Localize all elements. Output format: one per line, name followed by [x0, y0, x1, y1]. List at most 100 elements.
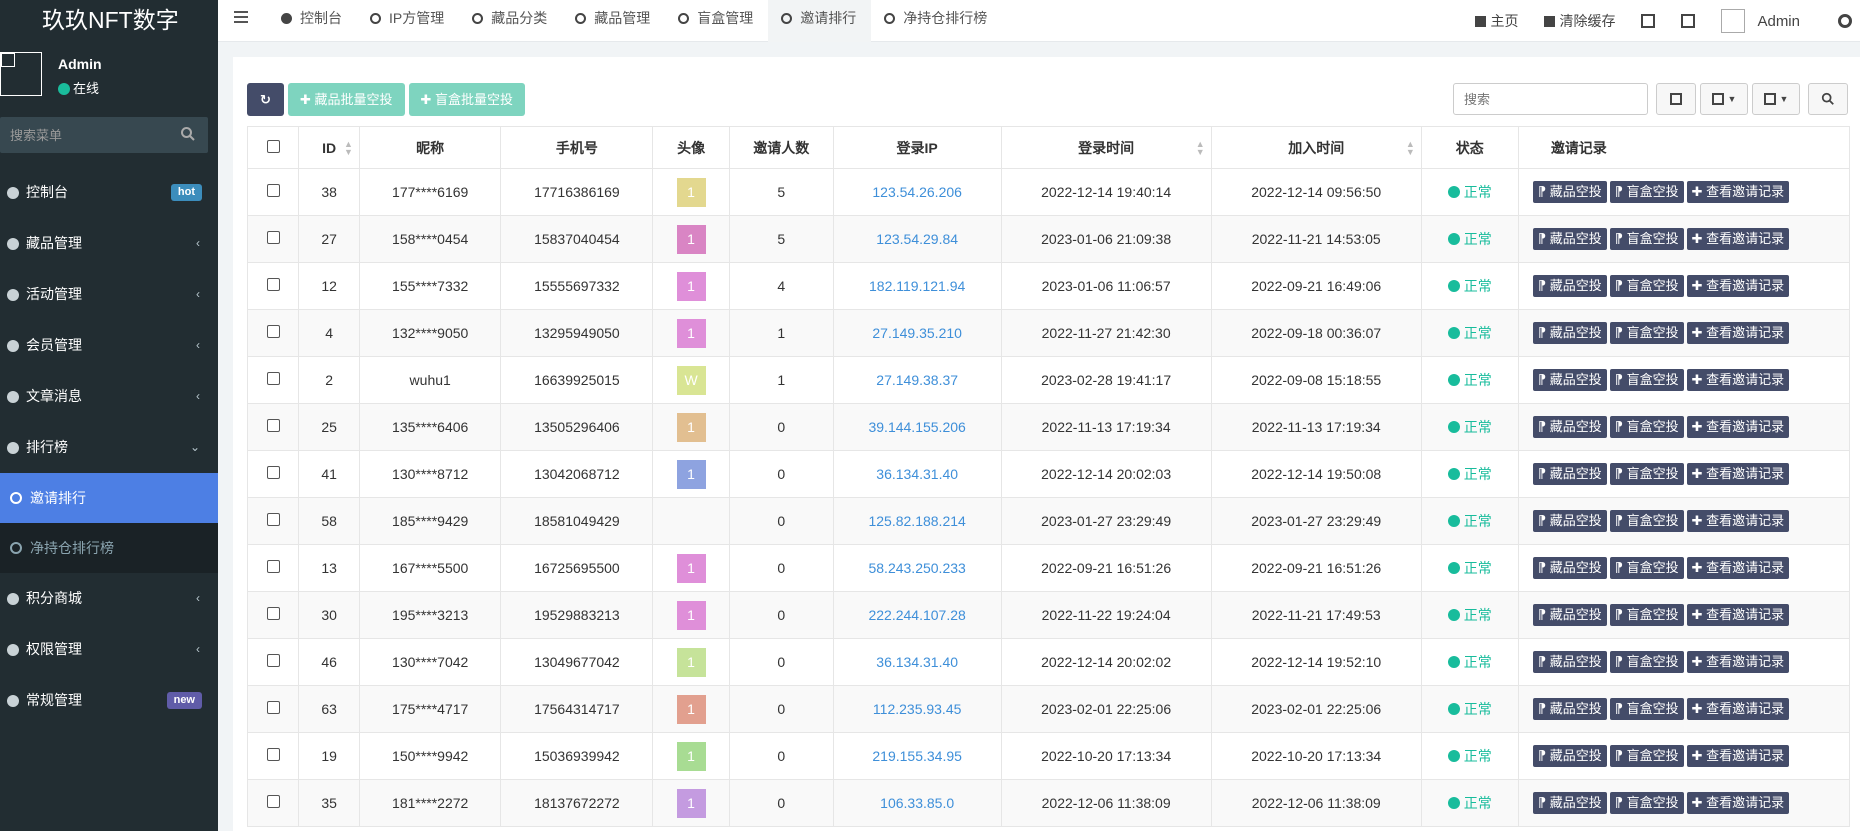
airdrop-item-button[interactable]: ⁋ 藏品空投 — [1532, 275, 1607, 297]
sidebar-item-1[interactable]: 藏品管理 ‹ — [0, 218, 218, 269]
table-search-input[interactable] — [1453, 83, 1648, 115]
row-checkbox[interactable] — [266, 795, 280, 808]
view-invite-records-button[interactable]: ✚ 查看邀请记录 — [1686, 463, 1790, 485]
avatar[interactable]: W — [676, 365, 706, 395]
airdrop-item-button[interactable]: ⁋ 藏品空投 — [1532, 651, 1607, 673]
search-icon[interactable] — [180, 126, 196, 142]
airdrop-box-button[interactable]: ⁋ 盲盒空投 — [1609, 792, 1684, 814]
row-checkbox[interactable] — [266, 560, 280, 573]
batch-airdrop-box-button[interactable]: ✚ 盲盒批量空投 — [408, 83, 526, 116]
tab-6[interactable]: 净持仓排行榜 — [871, 0, 1002, 42]
ip-link[interactable]: 219.155.34.95 — [872, 748, 962, 764]
view-invite-records-button[interactable]: ✚ 查看邀请记录 — [1686, 557, 1790, 579]
ip-link[interactable]: 182.119.121.94 — [869, 278, 965, 294]
airdrop-item-button[interactable]: ⁋ 藏品空投 — [1532, 510, 1607, 532]
tab-4[interactable]: 盲盒管理 — [665, 0, 768, 42]
airdrop-box-button[interactable]: ⁋ 盲盒空投 — [1609, 463, 1684, 485]
app-logo[interactable]: 玖玖NFT数字 — [0, 0, 218, 42]
tab-5[interactable]: 邀请排行 — [768, 0, 872, 42]
view-invite-records-button[interactable]: ✚ 查看邀请记录 — [1686, 369, 1790, 391]
batch-airdrop-item-button[interactable]: ✚ 藏品批量空投 — [288, 83, 405, 116]
sidebar-item-0[interactable]: 积分商城 ‹ — [0, 573, 218, 624]
avatar[interactable]: 1 — [676, 177, 706, 207]
avatar[interactable]: 1 — [676, 318, 706, 348]
airdrop-item-button[interactable]: ⁋ 藏品空投 — [1532, 557, 1607, 579]
tab-0[interactable]: 控制台 — [268, 0, 357, 42]
sidebar-item-2[interactable]: 常规管理 new — [0, 675, 218, 726]
airdrop-item-button[interactable]: ⁋ 藏品空投 — [1532, 745, 1607, 767]
avatar[interactable]: 1 — [676, 553, 706, 583]
select-all-checkbox[interactable] — [266, 139, 280, 153]
view-invite-records-button[interactable]: ✚ 查看邀请记录 — [1686, 416, 1790, 438]
sidebar-item-2[interactable]: 活动管理 ‹ — [0, 269, 218, 320]
row-checkbox[interactable] — [266, 184, 280, 197]
view-invite-records-button[interactable]: ✚ 查看邀请记录 — [1686, 698, 1790, 720]
gear-icon[interactable] — [1838, 14, 1852, 28]
row-checkbox[interactable] — [266, 325, 280, 338]
view-invite-records-button[interactable]: ✚ 查看邀请记录 — [1686, 322, 1790, 344]
airdrop-box-button[interactable]: ⁋ 盲盒空投 — [1609, 181, 1684, 203]
refresh-button[interactable]: ↻ — [247, 83, 284, 116]
fullscreen-icon[interactable] — [1681, 14, 1696, 28]
row-checkbox[interactable] — [266, 278, 280, 291]
toggle-view-button[interactable] — [1656, 83, 1696, 115]
airdrop-item-button[interactable]: ⁋ 藏品空投 — [1532, 792, 1607, 814]
sidebar-subitem-1[interactable]: 净持仓排行榜 — [0, 523, 218, 573]
row-checkbox[interactable] — [266, 231, 280, 244]
airdrop-item-button[interactable]: ⁋ 藏品空投 — [1532, 322, 1607, 344]
ip-link[interactable]: 27.149.38.37 — [876, 372, 958, 388]
sidebar-item-4[interactable]: 文章消息 ‹ — [0, 371, 218, 422]
menu-toggle-icon[interactable] — [234, 11, 248, 27]
translate-icon[interactable] — [1641, 14, 1656, 28]
row-checkbox[interactable] — [266, 372, 280, 385]
airdrop-box-button[interactable]: ⁋ 盲盒空投 — [1609, 275, 1684, 297]
airdrop-box-button[interactable]: ⁋ 盲盒空投 — [1609, 604, 1684, 626]
ip-link[interactable]: 36.134.31.40 — [876, 654, 958, 670]
row-checkbox[interactable] — [266, 466, 280, 479]
airdrop-box-button[interactable]: ⁋ 盲盒空投 — [1609, 698, 1684, 720]
avatar[interactable]: 1 — [676, 788, 706, 818]
view-invite-records-button[interactable]: ✚ 查看邀请记录 — [1686, 181, 1790, 203]
avatar[interactable]: 1 — [676, 412, 706, 442]
view-invite-records-button[interactable]: ✚ 查看邀请记录 — [1686, 651, 1790, 673]
view-invite-records-button[interactable]: ✚ 查看邀请记录 — [1686, 792, 1790, 814]
airdrop-item-button[interactable]: ⁋ 藏品空投 — [1532, 416, 1607, 438]
sidebar-item-5[interactable]: 排行榜 ⌄ — [0, 422, 218, 473]
home-link[interactable]: 主页 — [1475, 11, 1518, 31]
export-button[interactable]: ▼ — [1752, 83, 1800, 115]
view-invite-records-button[interactable]: ✚ 查看邀请记录 — [1686, 510, 1790, 532]
airdrop-item-button[interactable]: ⁋ 藏品空投 — [1532, 698, 1607, 720]
col-login-time[interactable]: 登录时间 ▲ ▼ — [1000, 126, 1212, 169]
ip-link[interactable]: 39.144.155.206 — [868, 419, 965, 435]
ip-link[interactable]: 106.33.85.0 — [880, 795, 954, 811]
ip-link[interactable]: 112.235.93.45 — [873, 701, 962, 717]
table-search-button[interactable] — [1808, 83, 1848, 115]
view-invite-records-button[interactable]: ✚ 查看邀请记录 — [1686, 275, 1790, 297]
sidebar-item-1[interactable]: 权限管理 ‹ — [0, 624, 218, 675]
columns-button[interactable]: ▼ — [1700, 83, 1748, 115]
airdrop-box-button[interactable]: ⁋ 盲盒空投 — [1609, 745, 1684, 767]
airdrop-item-button[interactable]: ⁋ 藏品空投 — [1532, 181, 1607, 203]
ip-link[interactable]: 58.243.250.233 — [868, 560, 965, 576]
avatar[interactable]: 1 — [676, 224, 706, 254]
row-checkbox[interactable] — [266, 513, 280, 526]
view-invite-records-button[interactable]: ✚ 查看邀请记录 — [1686, 745, 1790, 767]
sidebar-item-0[interactable]: 控制台 hot — [0, 167, 218, 218]
tab-3[interactable]: 藏品管理 — [562, 0, 665, 42]
airdrop-box-button[interactable]: ⁋ 盲盒空投 — [1609, 369, 1684, 391]
airdrop-item-button[interactable]: ⁋ 藏品空投 — [1532, 369, 1607, 391]
ip-link[interactable]: 27.149.35.210 — [872, 325, 962, 341]
ip-link[interactable]: 222.244.107.28 — [868, 607, 965, 623]
row-checkbox[interactable] — [266, 654, 280, 667]
admin-menu[interactable]: Admin — [1721, 9, 1800, 33]
airdrop-item-button[interactable]: ⁋ 藏品空投 — [1532, 463, 1607, 485]
ip-link[interactable]: 36.134.31.40 — [876, 466, 958, 482]
row-checkbox[interactable] — [266, 607, 280, 620]
avatar[interactable]: 1 — [676, 647, 706, 677]
airdrop-item-button[interactable]: ⁋ 藏品空投 — [1532, 228, 1607, 250]
clear-cache-link[interactable]: 清除缓存 — [1544, 11, 1615, 31]
sidebar-subitem-0[interactable]: 邀请排行 — [0, 473, 218, 523]
avatar[interactable]: 1 — [676, 694, 706, 724]
avatar[interactable]: 1 — [676, 600, 706, 630]
airdrop-box-button[interactable]: ⁋ 盲盒空投 — [1609, 322, 1684, 344]
